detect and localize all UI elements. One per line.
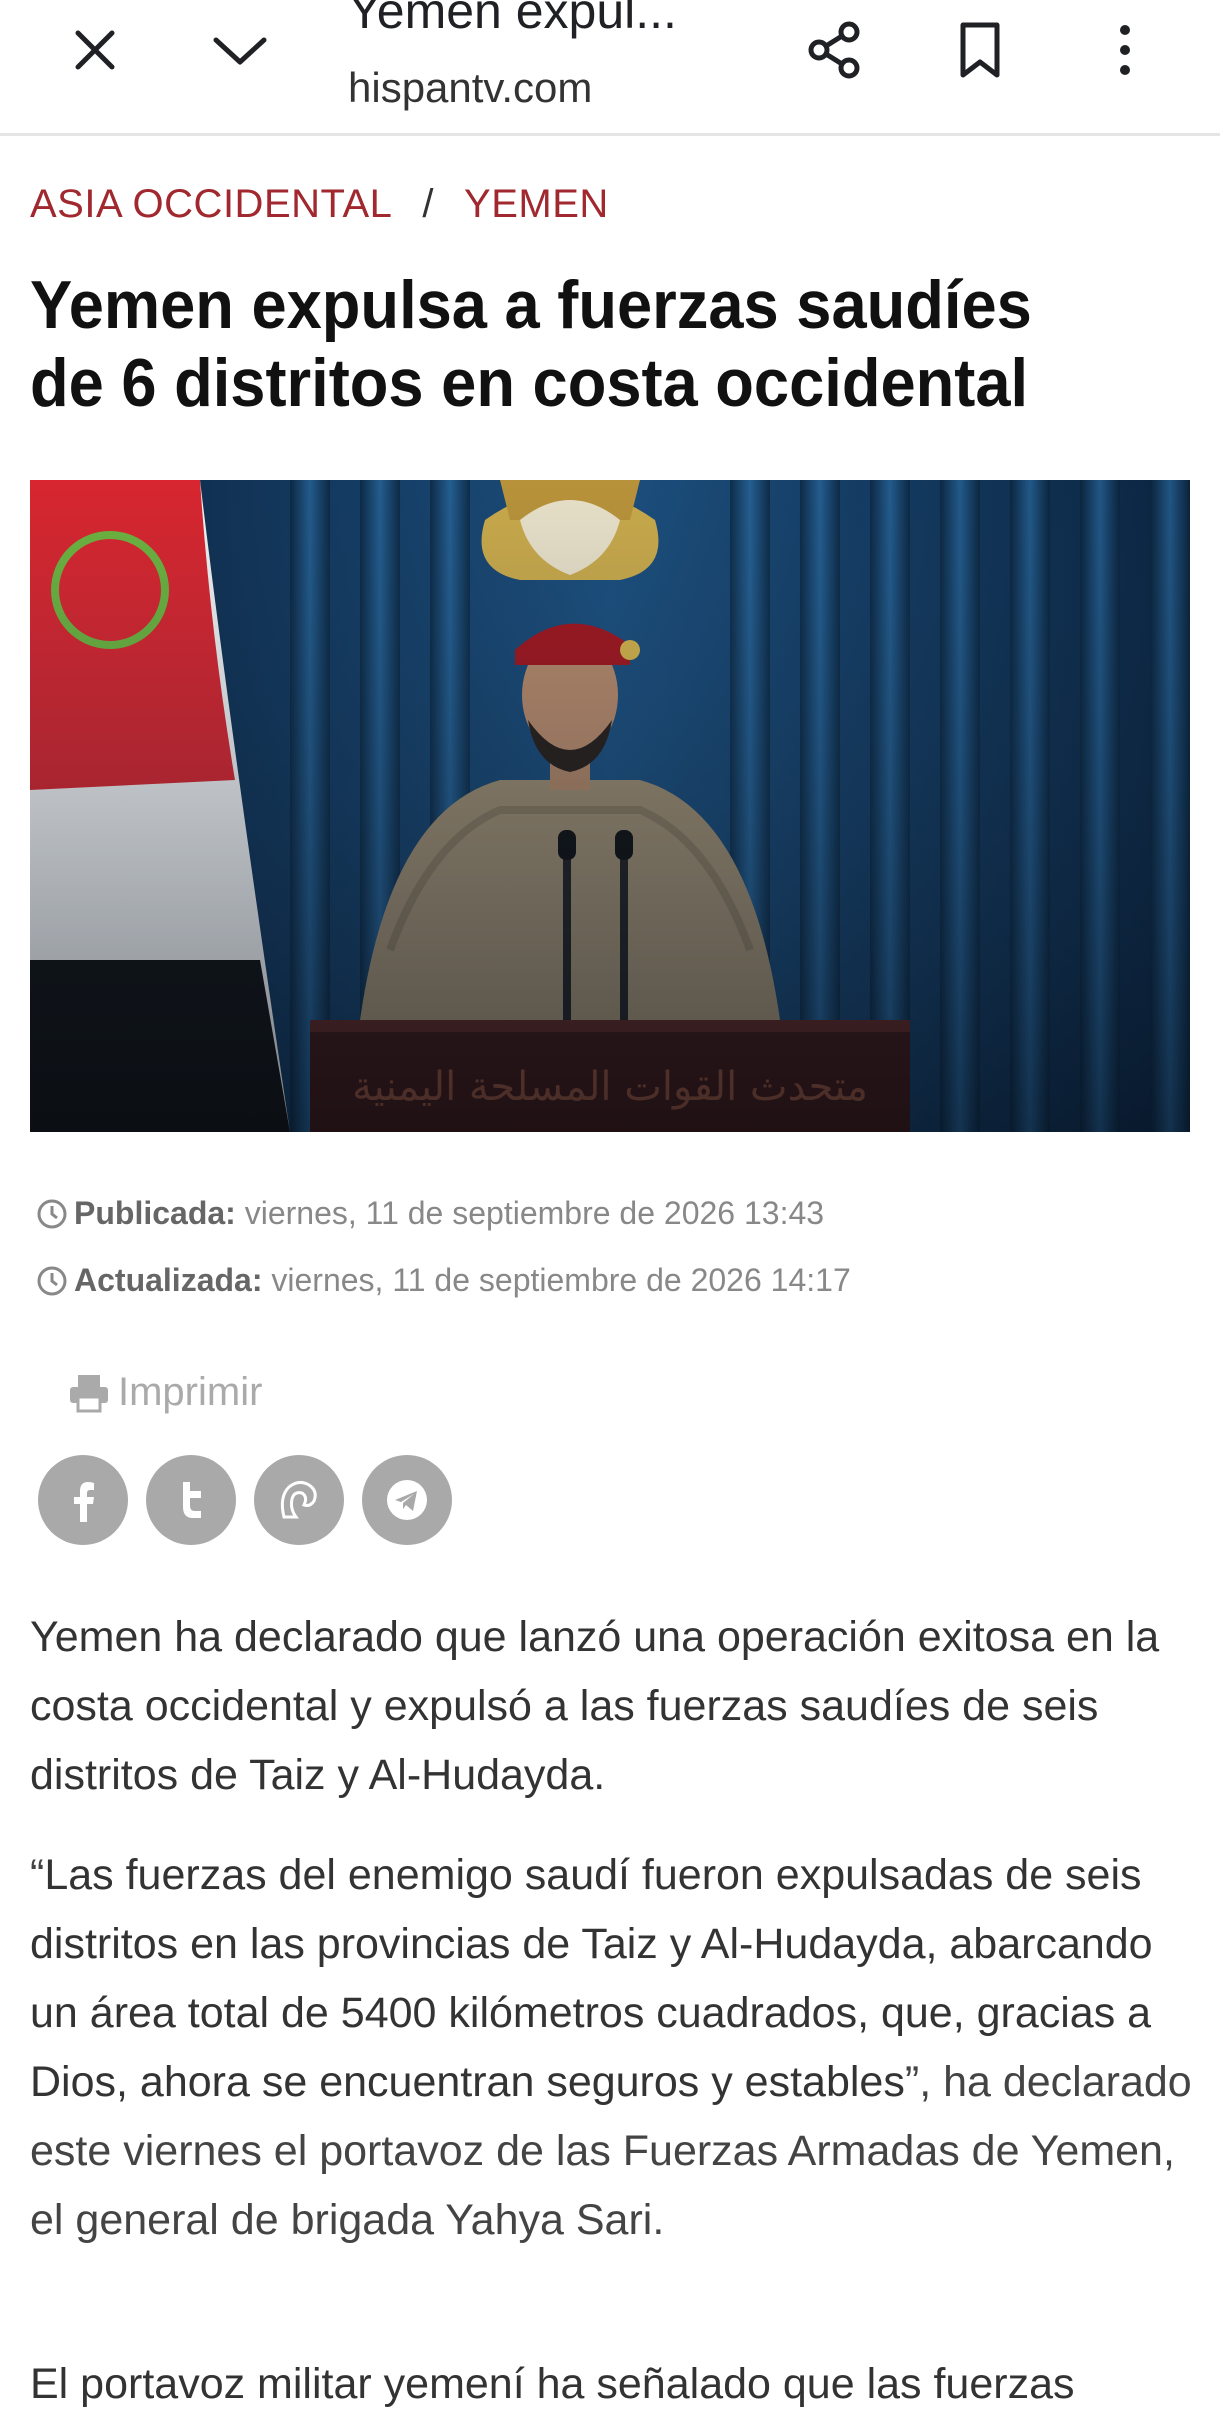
page-domain: hispantv.com <box>348 64 593 111</box>
printer-icon <box>70 1375 108 1413</box>
print-label: Imprimir <box>118 1370 263 1414</box>
quote-close-mark: ” <box>904 2058 920 2106</box>
quote-open-mark: “ <box>30 1851 45 1899</box>
print-button[interactable]: Imprimir <box>68 1370 262 1415</box>
updated-value: viernes, 11 de septiembre de 2026 14:17 <box>271 1262 851 1298</box>
clock-icon <box>37 1199 67 1229</box>
clock-icon <box>37 1266 67 1296</box>
share-telegram-button[interactable] <box>362 1455 452 1545</box>
article-paragraph: El portavoz militar yemení ha señalado q… <box>30 2360 1075 2408</box>
published-value: viernes, 11 de septiembre de 2026 13:43 <box>244 1195 825 1231</box>
more-options-icon[interactable] <box>1070 0 1180 100</box>
article-lead: Yemen ha declarado que lanzó una operaci… <box>30 1613 1160 1799</box>
article-headline: Yemen expulsa a fuerzas saudíes de 6 dis… <box>30 267 1032 421</box>
breadcrumb: ASIA OCCIDENTAL / YEMEN <box>30 182 609 227</box>
published-label: Publicada: <box>74 1195 236 1231</box>
tab-title: Yemen expul... <box>348 0 677 39</box>
share-facebook-button[interactable] <box>38 1455 128 1545</box>
browser-toolbar: Yemen expul... hispantv.com <box>0 0 1220 136</box>
telegram-icon <box>387 1480 427 1520</box>
chevron-down-icon[interactable] <box>185 0 295 100</box>
updated-date: Actualizada: viernes, 11 de septiembre d… <box>36 1262 851 1299</box>
share-icon[interactable] <box>780 0 890 100</box>
breadcrumb-subsection-link[interactable]: YEMEN <box>464 182 609 226</box>
published-date: Publicada: viernes, 11 de septiembre de … <box>36 1195 824 1232</box>
bookmark-icon[interactable] <box>925 0 1035 100</box>
updated-label: Actualizada: <box>74 1262 263 1298</box>
share-twitter-button[interactable] <box>146 1455 236 1545</box>
twitter-icon <box>183 1482 201 1518</box>
breadcrumb-section-link[interactable]: ASIA OCCIDENTAL <box>30 182 392 226</box>
article-quote-paragraph: “Las fuerzas del enemigo saudí fueron ex… <box>30 1841 1200 2255</box>
breadcrumb-separator: / <box>422 182 435 226</box>
close-icon[interactable] <box>40 0 150 100</box>
article-hero-image: متحدث القوات المسلحة اليمنية <box>30 480 1190 1132</box>
share-vk-button[interactable] <box>254 1455 344 1545</box>
vk-icon <box>280 1480 317 1519</box>
facebook-icon <box>74 1482 94 1522</box>
